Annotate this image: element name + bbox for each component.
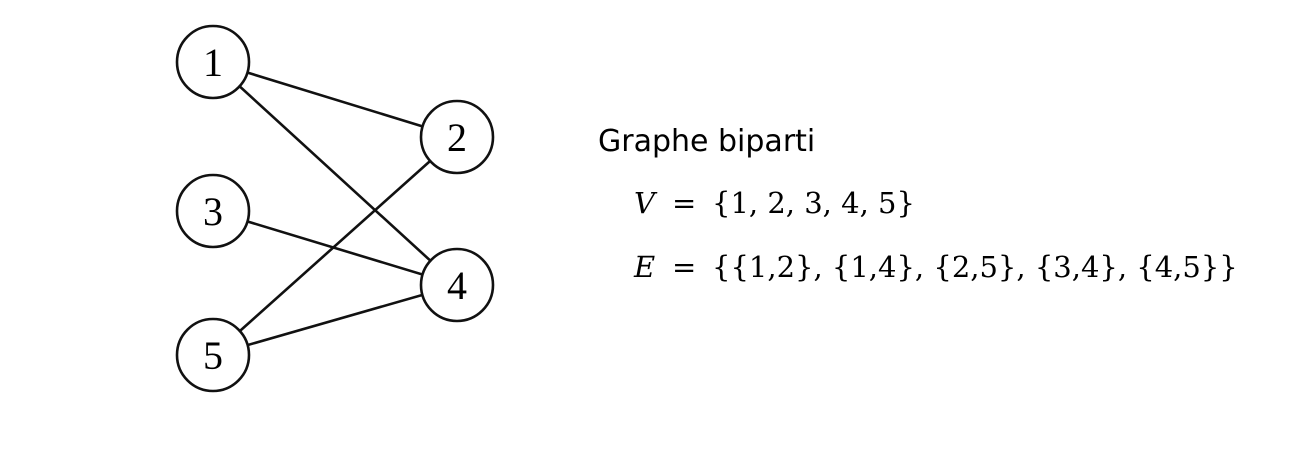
node-label-4: 4 [447, 263, 467, 308]
vertex-set-equation: V = {1, 2, 3, 4, 5} [634, 186, 915, 220]
node-3: 3 [175, 173, 251, 249]
edge-equals: = [672, 250, 697, 284]
node-label-5: 5 [203, 333, 223, 378]
edge-set-equation: E = {{1,2}, {1,4}, {2,5}, {3,4}, {4,5}} [634, 250, 1238, 284]
edge-set-symbol: E [634, 250, 656, 284]
edge-2-5 [212, 136, 458, 356]
node-label-3: 3 [203, 189, 223, 234]
node-2: 2 [419, 99, 495, 175]
vertex-set-symbol: V [634, 186, 655, 220]
node-4: 4 [419, 247, 495, 323]
edge-4-5 [212, 283, 458, 357]
bipartite-graph: 1 2 3 4 5 [175, 24, 495, 393]
node-1: 1 [175, 24, 251, 100]
graph-title: Graphe biparti [598, 124, 816, 159]
edge-3-4 [212, 209, 458, 287]
vertex-equals: = [672, 186, 697, 220]
edge-set-value: {{1,2}, {1,4}, {2,5}, {3,4}, {4,5}} [712, 250, 1238, 284]
edge-1-2 [212, 60, 458, 139]
edge-1-4 [212, 61, 458, 286]
node-5: 5 [175, 317, 251, 393]
vertex-set-value: {1, 2, 3, 4, 5} [712, 186, 915, 220]
node-label-1: 1 [203, 40, 223, 85]
node-label-2: 2 [447, 115, 467, 160]
